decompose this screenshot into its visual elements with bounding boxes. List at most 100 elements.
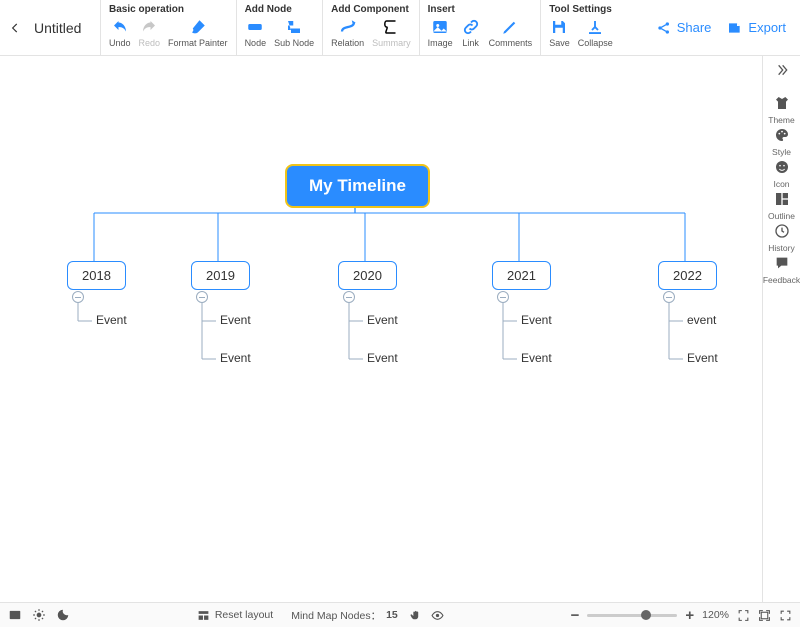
pen-icon bbox=[500, 17, 520, 37]
rail-history[interactable]: History bbox=[763, 221, 800, 253]
format-button[interactable]: Format Painter bbox=[168, 17, 228, 48]
toolbar-group-add-node: Add NodeNodeSub Node bbox=[236, 0, 323, 55]
smile-icon bbox=[772, 157, 792, 177]
image-icon bbox=[430, 17, 450, 37]
comments-button[interactable]: Comments bbox=[489, 17, 533, 48]
share-button[interactable]: Share bbox=[656, 20, 712, 36]
node-btn-button[interactable]: Node bbox=[245, 17, 267, 48]
rail-collapse-button[interactable] bbox=[774, 62, 790, 83]
right-properties-rail: Theme StyleIcon OutlineHistory Feedback bbox=[762, 56, 800, 602]
mindmap-year-node[interactable]: 2021 bbox=[492, 261, 551, 290]
toolbar-button-label: Image bbox=[428, 39, 453, 48]
share-label: Share bbox=[677, 20, 712, 35]
rail-outline[interactable]: Outline bbox=[763, 189, 800, 221]
mindmap-year-node[interactable]: 2022 bbox=[658, 261, 717, 290]
mindmap-root-node[interactable]: My Timeline bbox=[285, 164, 430, 208]
mindmap-event-node[interactable]: Event bbox=[96, 313, 127, 327]
toolbar-group-tool-settings: Tool Settings Save Collapse bbox=[540, 0, 621, 55]
status-bar: Reset layout Mind Map Nodes： 15 − + 120% bbox=[0, 602, 800, 627]
toolbar-button-label: Link bbox=[462, 39, 479, 48]
top-toolbar: Untitled Basic operation Undo Redo Format P… bbox=[0, 0, 800, 56]
reset-layout-button[interactable]: Reset layout bbox=[197, 609, 273, 622]
brightness-toggle[interactable] bbox=[32, 608, 46, 622]
collapse-handle[interactable] bbox=[343, 291, 355, 303]
theme-toggle[interactable] bbox=[56, 608, 70, 622]
toolbar-button-label: Undo bbox=[109, 39, 131, 48]
toolbar-button-label: Save bbox=[549, 39, 570, 48]
mindmap-event-node[interactable]: Event bbox=[367, 351, 398, 365]
toolbar-button-label: Node bbox=[245, 39, 267, 48]
toolbar-group-basic-operation: Basic operation Undo Redo Format Painter bbox=[100, 0, 236, 55]
mindmap-event-node[interactable]: Event bbox=[521, 351, 552, 365]
rail-icon[interactable]: Icon bbox=[763, 157, 800, 189]
hand-icon[interactable] bbox=[409, 609, 422, 622]
rail-feedback[interactable]: Feedback bbox=[763, 253, 800, 285]
zoom-level: 120% bbox=[702, 609, 729, 621]
mindmap-event-node[interactable]: Event bbox=[687, 351, 718, 365]
collapse-handle[interactable] bbox=[196, 291, 208, 303]
mindmap-canvas[interactable]: My Timeline 2018 Event 2019 Event Event 2020 Ev… bbox=[0, 56, 762, 602]
subnode-icon bbox=[284, 17, 304, 37]
collapse-handle[interactable] bbox=[72, 291, 84, 303]
toolbar-button-label: Redo bbox=[139, 39, 161, 48]
relation-button[interactable]: Relation bbox=[331, 17, 364, 48]
mindmap-event-node[interactable]: Event bbox=[220, 313, 251, 327]
mindmap-year-node[interactable]: 2019 bbox=[191, 261, 250, 290]
fullscreen-icon[interactable] bbox=[779, 609, 792, 622]
export-label: Export bbox=[748, 20, 786, 35]
toolbar-group-insert: Insert Image Link Comments bbox=[419, 0, 541, 55]
undo-button[interactable]: Undo bbox=[109, 17, 131, 48]
toolbar-button-label: Sub Node bbox=[274, 39, 314, 48]
redo-button: Redo bbox=[139, 17, 161, 48]
redo-icon bbox=[139, 17, 159, 37]
document-title[interactable]: Untitled bbox=[30, 0, 100, 55]
rail-label: Feedback bbox=[763, 275, 800, 285]
chat-icon bbox=[772, 253, 792, 273]
link-button[interactable]: Link bbox=[461, 17, 481, 48]
fit-content-icon[interactable] bbox=[737, 609, 750, 622]
relation-icon bbox=[338, 17, 358, 37]
clock-icon bbox=[772, 221, 792, 241]
rail-theme[interactable]: Theme bbox=[763, 93, 800, 125]
rail-style[interactable]: Style bbox=[763, 125, 800, 157]
toolbar-button-label: Comments bbox=[489, 39, 533, 48]
mindmap-year-node[interactable]: 2018 bbox=[67, 261, 126, 290]
rail-label: Style bbox=[772, 147, 791, 157]
export-button[interactable]: Export bbox=[727, 20, 786, 36]
toolbar-group-title: Insert bbox=[428, 4, 533, 15]
collapse-button[interactable]: Collapse bbox=[578, 17, 613, 48]
chevrons-right-icon bbox=[774, 62, 790, 78]
rail-label: Outline bbox=[768, 211, 795, 221]
back-button[interactable] bbox=[0, 0, 30, 55]
eye-icon[interactable] bbox=[431, 609, 444, 622]
mindmap-event-node[interactable]: Event bbox=[521, 313, 552, 327]
palette-icon bbox=[772, 125, 792, 145]
collapse-handle[interactable] bbox=[497, 291, 509, 303]
brush-icon bbox=[188, 17, 208, 37]
toolbar-button-label: Collapse bbox=[578, 39, 613, 48]
rail-label: Theme bbox=[768, 115, 794, 125]
node-count: Mind Map Nodes： 15 bbox=[291, 608, 444, 623]
toolbar-group-title: Basic operation bbox=[109, 4, 228, 15]
minimap-toggle[interactable] bbox=[8, 608, 22, 622]
zoom-out-button[interactable]: − bbox=[571, 608, 580, 623]
grid-icon bbox=[772, 189, 792, 209]
mindmap-event-node[interactable]: Event bbox=[367, 313, 398, 327]
toolbar-group-title: Add Component bbox=[331, 4, 411, 15]
toolbar-button-label: Relation bbox=[331, 39, 364, 48]
image-button[interactable]: Image bbox=[428, 17, 453, 48]
save-button[interactable]: Save bbox=[549, 17, 570, 48]
collapse-handle[interactable] bbox=[663, 291, 675, 303]
zoom-in-button[interactable]: + bbox=[685, 608, 694, 623]
mindmap-event-node[interactable]: Event bbox=[220, 351, 251, 365]
fit-page-icon[interactable] bbox=[758, 609, 771, 622]
toolbar-group-title: Tool Settings bbox=[549, 4, 613, 15]
mindmap-event-node[interactable]: event bbox=[687, 313, 716, 327]
mindmap-year-node[interactable]: 2020 bbox=[338, 261, 397, 290]
save-icon bbox=[549, 17, 569, 37]
toolbar-group-add-component: Add ComponentRelationSummary bbox=[322, 0, 419, 55]
undo-icon bbox=[110, 17, 130, 37]
zoom-slider[interactable] bbox=[587, 614, 677, 617]
subnode-button[interactable]: Sub Node bbox=[274, 17, 314, 48]
layout-icon bbox=[197, 609, 210, 622]
